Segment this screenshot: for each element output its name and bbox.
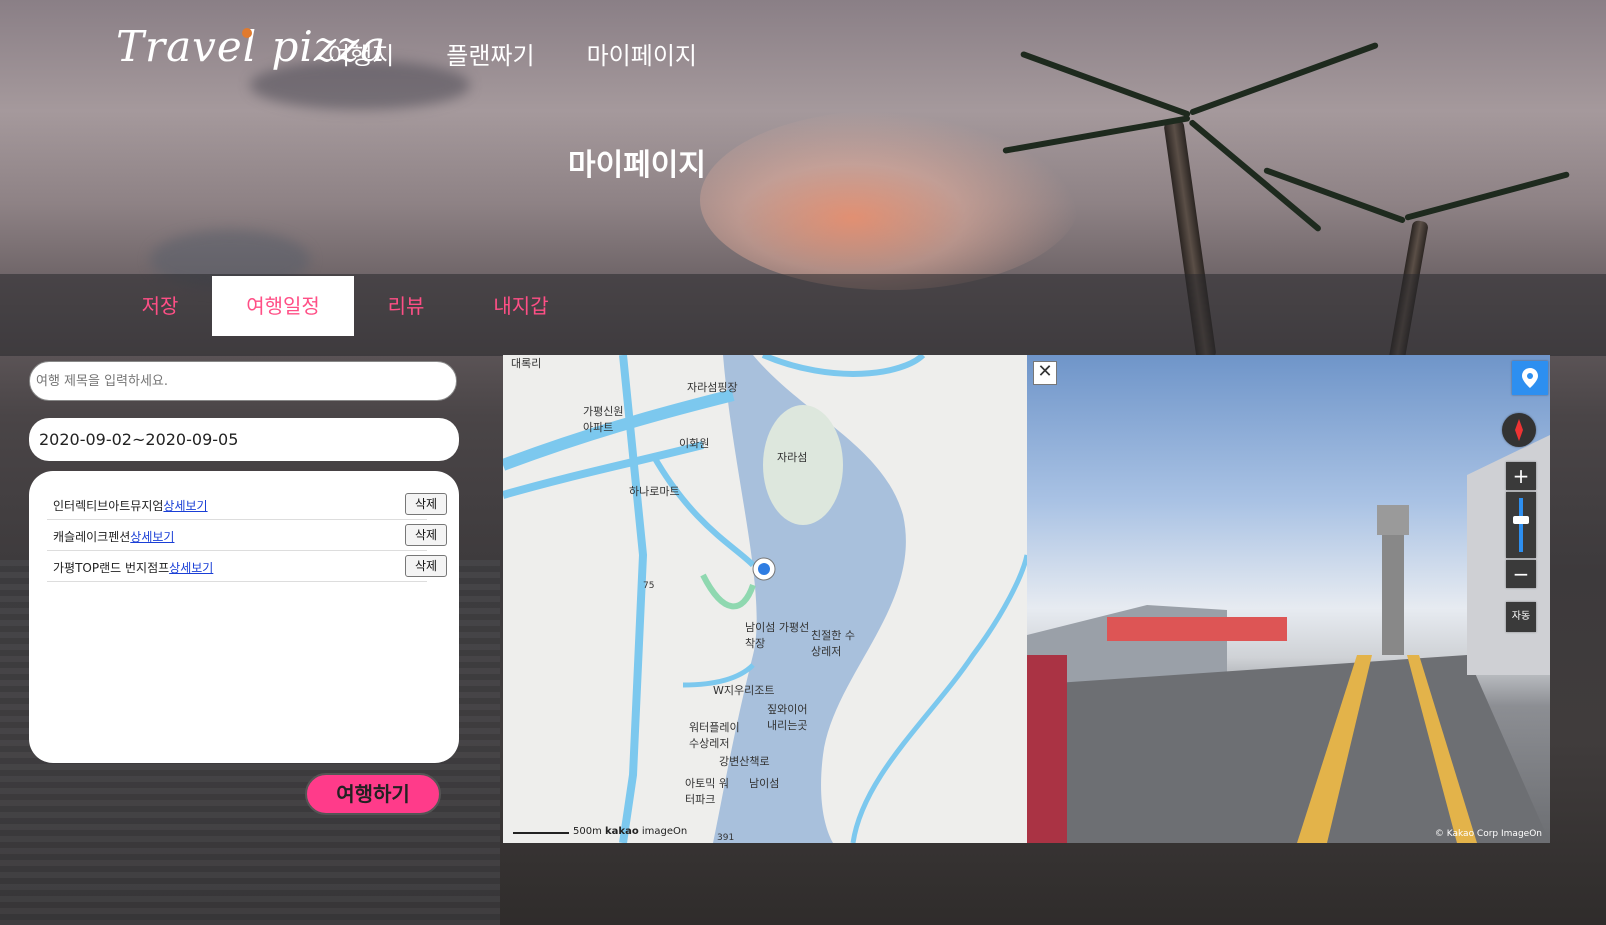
roadview-copyright: © Kakao Corp ImageOn (1434, 829, 1542, 839)
nav-destinations[interactable]: 여행지 (328, 36, 394, 71)
compass-icon[interactable] (1502, 413, 1536, 447)
map-label: W지우리조트 (713, 684, 775, 697)
map-label: 하나로마트 (629, 485, 680, 498)
map-label: 짚와이어 내리는곳 (767, 703, 808, 732)
palm-frond (1404, 171, 1570, 221)
tab-wallet[interactable]: 내지갑 (468, 276, 574, 336)
itinerary-list: 인터렉티브아트뮤지엄상세보기 삭제 캐슬레이크펜션상세보기 삭제 가평TOP랜드… (29, 471, 459, 763)
imageon-brand: imageOn (641, 826, 688, 837)
delete-button[interactable]: 삭제 (405, 555, 447, 577)
kakao-brand: kakao (605, 826, 639, 837)
detail-link[interactable]: 상세보기 (169, 561, 213, 575)
map-label: 391 (717, 833, 735, 843)
sunset-cloud (700, 110, 1080, 290)
kakao-map[interactable]: 대록리 자라섬핑장 가평신원아파트 이화원 자라섬 하나로마트 75 남이섬 가… (503, 355, 1027, 843)
tab-saved[interactable]: 저장 (112, 276, 208, 336)
tab-itinerary[interactable]: 여행일정 (212, 276, 354, 336)
roadview-canvas (1027, 435, 1550, 843)
palm-frond (1188, 41, 1379, 116)
nav-mypage[interactable]: 마이페이지 (587, 36, 697, 71)
delete-button[interactable]: 삭제 (405, 493, 447, 515)
map-label: 75 (643, 581, 655, 591)
close-icon[interactable]: ✕ (1033, 361, 1057, 385)
nav-plan[interactable]: 플랜짜기 (446, 36, 534, 71)
zoom-handle[interactable] (1513, 516, 1529, 524)
date-range-field[interactable]: 2020-09-02~2020-09-05 (29, 418, 459, 461)
zoom-slider[interactable] (1506, 492, 1536, 558)
trip-title-input[interactable] (29, 361, 457, 401)
map-attribution: 500m kakao imageOn (513, 826, 687, 837)
palm-frond (1263, 166, 1407, 224)
map-label: 강변산책로 (719, 755, 770, 768)
main-nav: 여행지 플랜짜기 마이페이지 (328, 36, 697, 71)
place-name: 가평TOP랜드 번지점프 (53, 561, 170, 575)
pizza-icon (242, 28, 252, 38)
roadview-panel[interactable]: © Kakao Corp ImageOn (1027, 355, 1550, 843)
place-name: 인터렉티브아트뮤지엄 (53, 499, 164, 513)
map-label: 자라섬핑장 (687, 381, 738, 394)
delete-button[interactable]: 삭제 (405, 524, 447, 546)
map-label: 가평신원아파트 (583, 405, 624, 434)
palm-frond (1019, 50, 1192, 118)
map-label: 대록리 (511, 357, 542, 370)
location-pin-icon[interactable] (1512, 361, 1548, 395)
auto-button[interactable]: 자동 (1506, 602, 1536, 632)
zoom-out-button[interactable]: − (1506, 560, 1536, 588)
map-label: 친절한 수상레저 (811, 629, 855, 658)
list-item: 인터렉티브아트뮤지엄상세보기 삭제 (47, 489, 447, 520)
start-trip-button[interactable]: 여행하기 (305, 773, 441, 815)
list-item: 캐슬레이크펜션상세보기 삭제 (47, 520, 447, 551)
tab-review[interactable]: 리뷰 (358, 276, 454, 336)
scale-label: 500m (573, 826, 602, 837)
map-label: 남이섬 (749, 777, 780, 790)
map-canvas (503, 355, 1027, 843)
palm-frond (1188, 118, 1323, 233)
map-label: 아토믹 워터파크 (685, 777, 729, 806)
zoom-track (1519, 498, 1523, 552)
map-label: 남이섬 가평선착장 (745, 621, 810, 650)
palm-frond (1002, 115, 1191, 154)
detail-link[interactable]: 상세보기 (163, 499, 207, 513)
scale-bar (513, 832, 569, 834)
map-label: 워터플레이 수상레저 (689, 721, 740, 750)
map-label: 자라섬 (777, 451, 808, 464)
page-title: 마이페이지 (568, 148, 706, 183)
place-name: 캐슬레이크펜션 (53, 530, 131, 544)
list-item: 가평TOP랜드 번지점프상세보기 삭제 (47, 551, 447, 582)
zoom-in-button[interactable]: + (1506, 462, 1536, 490)
detail-link[interactable]: 상세보기 (130, 530, 174, 544)
map-label: 이화원 (679, 437, 710, 450)
